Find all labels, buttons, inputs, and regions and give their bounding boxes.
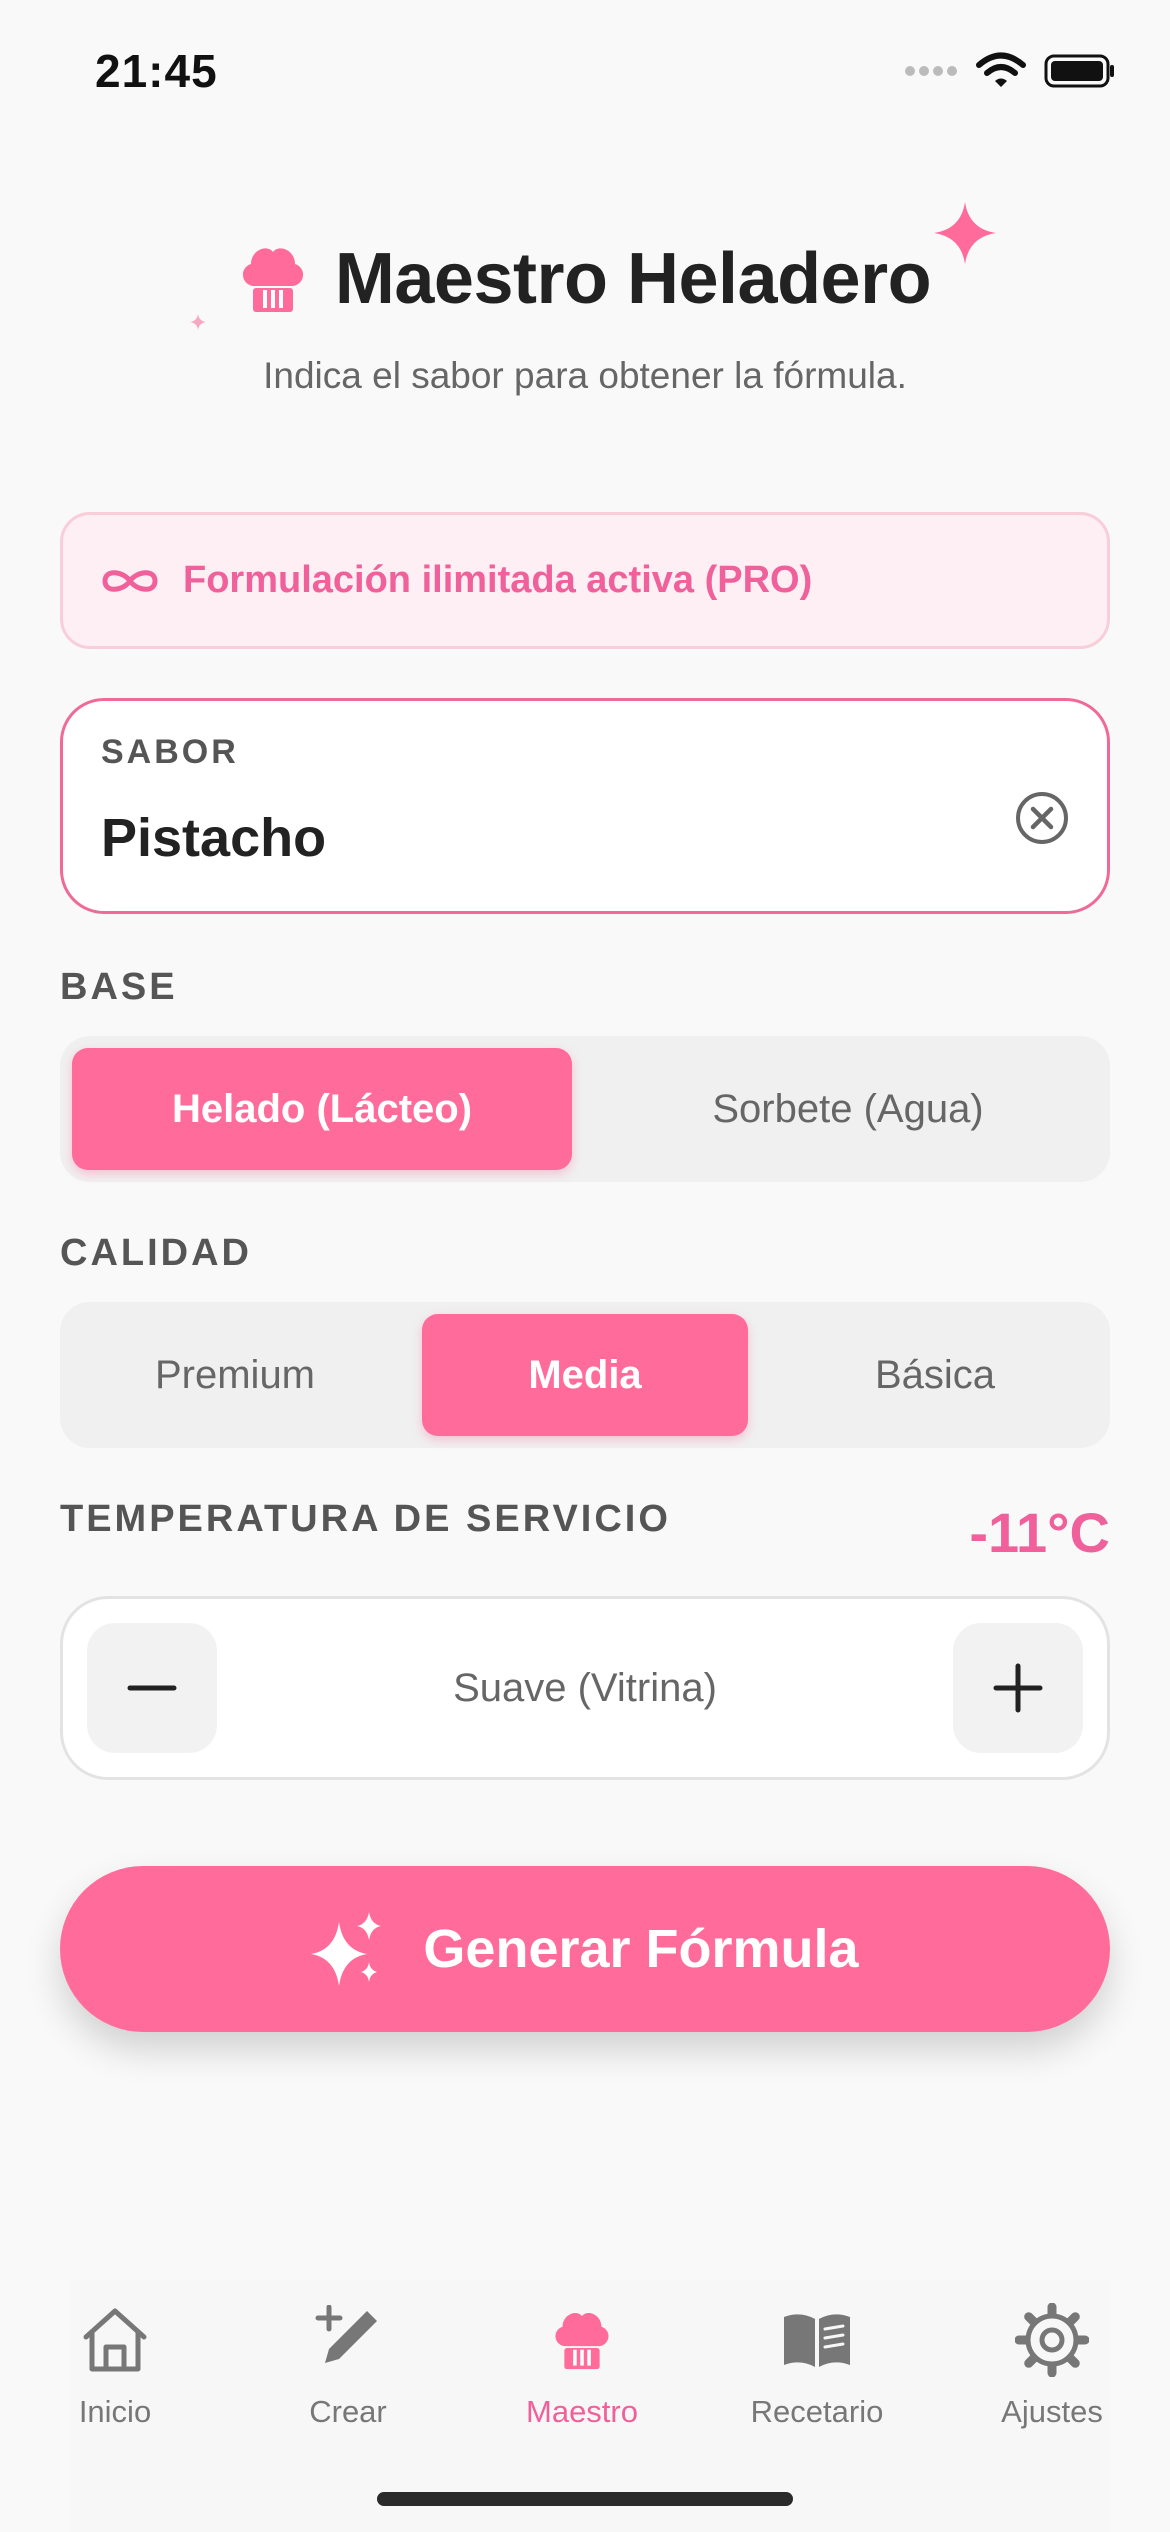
temperature-label: TEMPERATURA DE SERVICIO <box>60 1498 671 1540</box>
wifi-icon <box>976 52 1026 87</box>
tab-ajustes[interactable]: Ajustes <box>937 2300 1167 2430</box>
quality-option-media[interactable]: Media <box>422 1314 748 1436</box>
status-indicators <box>904 52 1116 90</box>
clear-icon[interactable] <box>1013 789 1071 847</box>
chef-hat-icon <box>555 2313 609 2370</box>
base-option-dairy[interactable]: Helado (Lácteo) <box>72 1048 572 1170</box>
flavor-field[interactable]: SABOR Pistacho <box>60 698 1110 914</box>
tab-recetario[interactable]: Recetario <box>702 2300 932 2430</box>
base-label: BASE <box>60 966 178 1008</box>
generate-formula-button[interactable]: Generar Fórmula <box>60 1866 1110 2032</box>
base-option-water[interactable]: Sorbete (Agua) <box>598 1048 1098 1170</box>
temperature-mode: Suave (Vitrina) <box>453 1665 717 1710</box>
tab-recetario-label: Recetario <box>750 2394 884 2429</box>
status-time: 21:45 <box>95 45 218 97</box>
page-title: Maestro Heladero <box>334 239 932 319</box>
sparkles-icon <box>311 1912 382 1986</box>
book-icon <box>784 2314 850 2367</box>
home-indicator <box>377 2492 793 2506</box>
pro-status-text: Formulación ilimitada activa (PRO) <box>183 559 813 601</box>
battery-icon <box>1044 54 1114 88</box>
minus-icon <box>127 1685 177 1691</box>
quality-label: CALIDAD <box>60 1232 252 1274</box>
decrease-temperature-button[interactable] <box>87 1623 217 1753</box>
tab-crear-label: Crear <box>309 2394 387 2429</box>
plus-icon <box>993 1663 1043 1713</box>
page-header: Maestro Heladero <box>0 238 1170 320</box>
pro-status-banner: Formulación ilimitada activa (PRO) <box>60 512 1110 649</box>
page-subtitle: Indica el sabor para obtener la fórmula. <box>263 355 907 396</box>
generate-formula-label: Generar Fórmula <box>423 1919 859 1979</box>
temperature-value: -11°C <box>969 1501 1110 1564</box>
increase-temperature-button[interactable] <box>953 1623 1083 1753</box>
tab-inicio[interactable]: Inicio <box>0 2300 230 2430</box>
flavor-input[interactable]: Pistacho <box>101 807 326 869</box>
tab-inicio-label: Inicio <box>78 2394 152 2429</box>
quality-option-basica[interactable]: Básica <box>772 1314 1098 1436</box>
pencil-sparkle-icon <box>315 2305 377 2363</box>
quality-segmented-control: Premium Media Básica <box>60 1302 1110 1448</box>
gear-icon <box>1015 2303 1089 2377</box>
flavor-label: SABOR <box>101 733 239 771</box>
tab-maestro-label: Maestro <box>526 2394 638 2429</box>
quality-option-premium[interactable]: Premium <box>72 1314 398 1436</box>
tab-crear[interactable]: Crear <box>233 2300 463 2430</box>
cellular-signal-icon <box>905 66 957 76</box>
temperature-stepper: Suave (Vitrina) <box>60 1596 1110 1780</box>
infinity-icon <box>102 569 158 592</box>
home-icon <box>83 2308 147 2372</box>
tab-maestro[interactable]: Maestro <box>467 2300 697 2430</box>
base-segmented-control: Helado (Lácteo) Sorbete (Agua) <box>60 1036 1110 1182</box>
chef-hat-icon <box>242 248 303 312</box>
tab-ajustes-label: Ajustes <box>1001 2394 1103 2429</box>
